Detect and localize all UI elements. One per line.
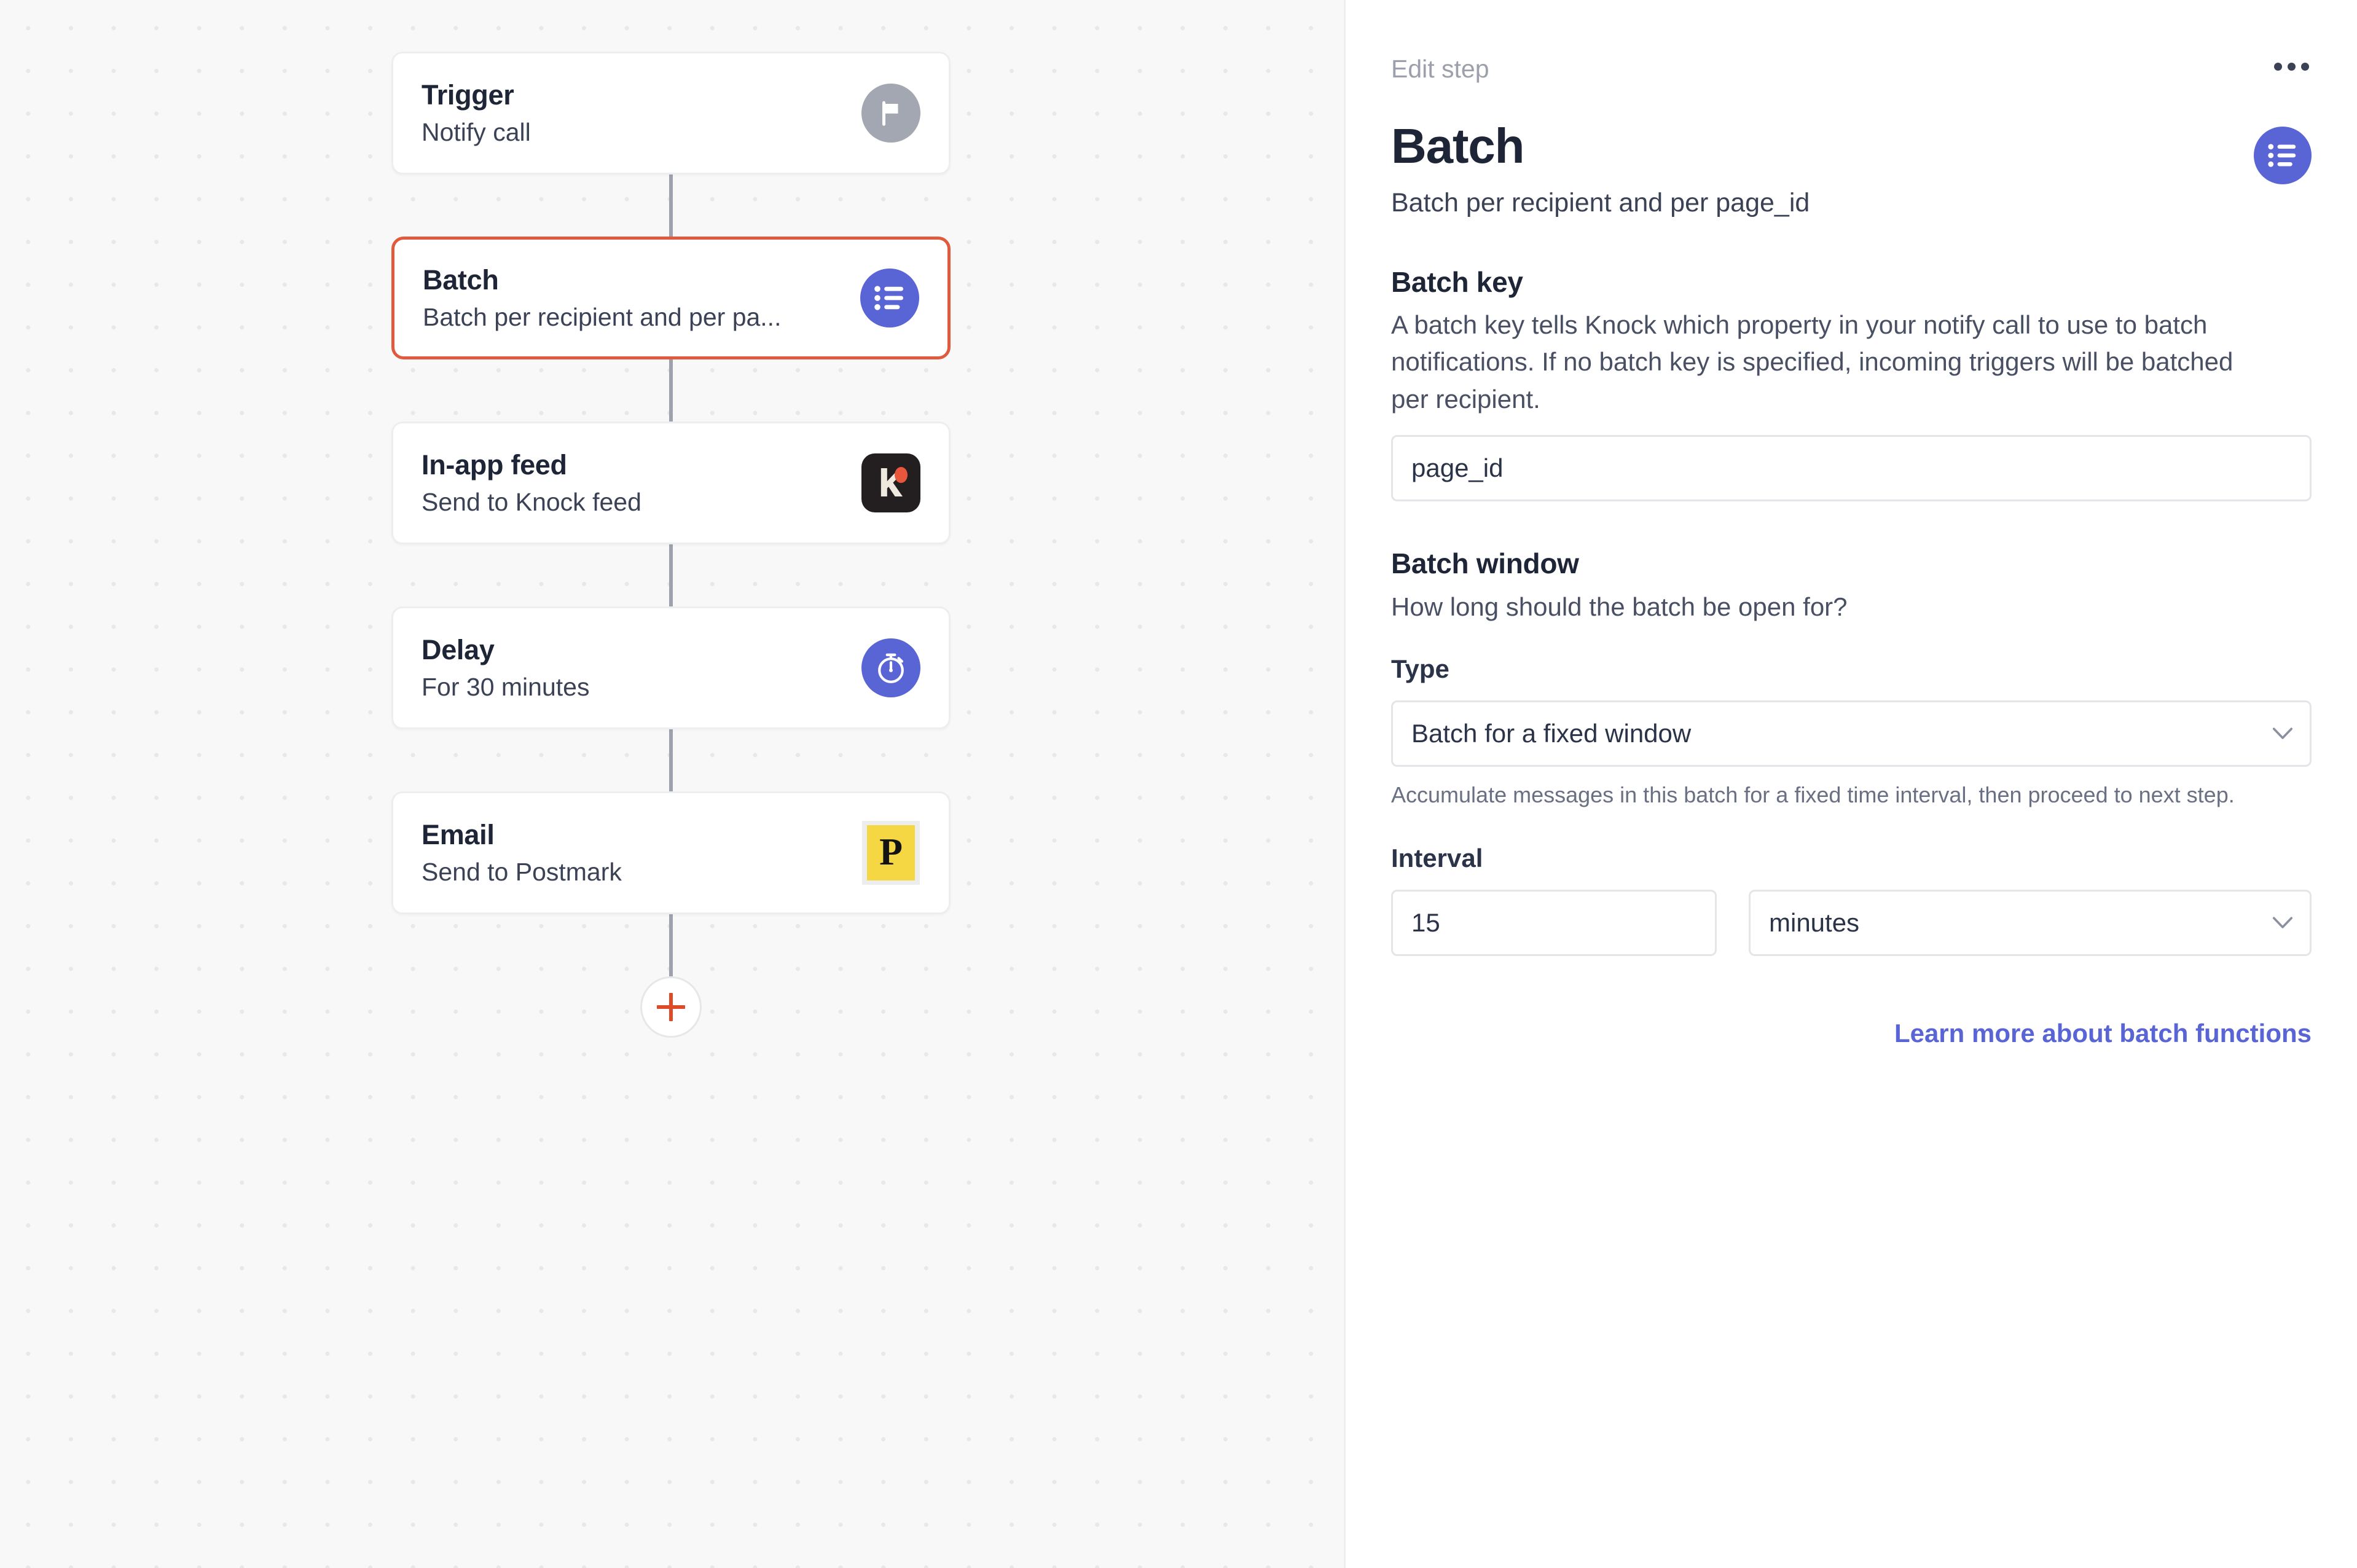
type-label: Type xyxy=(1391,654,1449,683)
workflow-editor: Trigger Notify call Batch Batch per reci… xyxy=(0,0,2357,1568)
type-field: Type Batch for a fixed window Accumulate… xyxy=(1391,654,2312,811)
workflow-step-delay[interactable]: Delay For 30 minutes xyxy=(391,606,951,729)
panel-header: Edit step xyxy=(1391,57,2312,91)
postmark-logo-icon: P xyxy=(862,821,920,885)
step-title: Email xyxy=(422,818,495,850)
workflow-step-list: Trigger Notify call Batch Batch per reci… xyxy=(391,52,951,1038)
workflow-step-email[interactable]: Email Send to Postmark P xyxy=(391,791,951,914)
workflow-step-in-app-feed[interactable]: In-app feed Send to Knock feed xyxy=(391,421,951,544)
plus-icon-vertical xyxy=(669,993,673,1021)
add-step-button[interactable] xyxy=(640,976,702,1038)
workflow-step-batch[interactable]: Batch Batch per recipient and per pa... xyxy=(391,237,951,359)
interval-unit-select[interactable]: minutes xyxy=(1749,889,2312,956)
workflow-canvas[interactable]: Trigger Notify call Batch Batch per reci… xyxy=(0,0,1346,1568)
panel-eyebrow: Edit step xyxy=(1391,55,1489,83)
batch-window-description: How long should the batch be open for? xyxy=(1391,592,1848,621)
batch-window-section: Batch window How long should the batch b… xyxy=(1391,547,2312,956)
kebab-dot xyxy=(2301,63,2309,71)
step-text: In-app feed Send to Knock feed xyxy=(422,449,861,517)
page-title: Batch xyxy=(1391,119,1524,173)
knock-logo-icon xyxy=(861,453,920,512)
batch-key-input[interactable] xyxy=(1391,435,2312,502)
list-icon xyxy=(2254,127,2312,184)
step-title: In-app feed xyxy=(422,449,567,480)
interval-value-input[interactable] xyxy=(1391,889,1717,956)
step-connector xyxy=(669,174,673,237)
step-subtitle: Batch per recipient and per pa... xyxy=(423,302,782,331)
step-title: Delay xyxy=(422,633,495,665)
step-text: Delay For 30 minutes xyxy=(422,633,861,702)
step-icon-slot xyxy=(861,638,920,697)
interval-unit-wrap: minutes xyxy=(1749,889,2312,956)
step-title: Trigger xyxy=(422,79,514,111)
kebab-dot xyxy=(2288,63,2296,71)
workflow-step-trigger[interactable]: Trigger Notify call xyxy=(391,52,951,174)
step-connector xyxy=(669,359,673,421)
step-connector xyxy=(669,544,673,606)
batch-window-heading: Batch window xyxy=(1391,547,1579,580)
interval-unit-value: minutes xyxy=(1769,907,1860,937)
type-select-wrap: Batch for a fixed window xyxy=(1391,700,2312,767)
learn-more-link[interactable]: Learn more about batch functions xyxy=(1391,1019,2312,1048)
batch-key-description: A batch key tells Knock which property i… xyxy=(1391,310,2233,414)
step-text: Batch Batch per recipient and per pa... xyxy=(423,264,860,332)
step-subtitle: For 30 minutes xyxy=(422,672,590,701)
step-title: Batch xyxy=(423,264,499,296)
knock-dot-icon xyxy=(895,467,908,483)
add-step-wrap xyxy=(640,976,702,1038)
step-connector xyxy=(669,729,673,791)
postmark-stamp-letter: P xyxy=(867,825,915,880)
step-text: Trigger Notify call xyxy=(422,79,861,147)
flag-icon xyxy=(861,84,920,143)
type-help-text: Accumulate messages in this batch for a … xyxy=(1391,782,2235,808)
step-subtitle: Send to Knock feed xyxy=(422,487,641,516)
type-select[interactable]: Batch for a fixed window xyxy=(1391,700,2312,767)
interval-row: minutes xyxy=(1391,889,2312,956)
list-icon xyxy=(860,269,919,327)
step-subtitle: Notify call xyxy=(422,117,531,146)
interval-label: Interval xyxy=(1391,843,1483,872)
step-icon-slot xyxy=(861,453,920,512)
step-text: Email Send to Postmark xyxy=(422,818,861,887)
step-icon-slot: P xyxy=(861,821,920,885)
interval-field: Interval minutes xyxy=(1391,843,2312,956)
stopwatch-icon xyxy=(861,638,920,697)
batch-key-section: Batch key A batch key tells Knock which … xyxy=(1391,265,2312,502)
edit-step-panel: Edit step Batch Batch per recipient and … xyxy=(1346,0,2357,1568)
step-icon-slot xyxy=(861,84,920,143)
batch-key-heading: Batch key xyxy=(1391,265,1523,298)
panel-subtitle: Batch per recipient and per page_id xyxy=(1391,188,1810,218)
step-subtitle: Send to Postmark xyxy=(422,857,622,886)
step-connector xyxy=(669,914,673,976)
more-options-icon[interactable] xyxy=(2272,57,2312,77)
panel-title-row: Batch Batch per recipient and per page_i… xyxy=(1391,120,2312,220)
kebab-dot xyxy=(2274,63,2282,71)
panel-title-block: Batch Batch per recipient and per page_i… xyxy=(1391,120,1810,220)
step-icon-slot xyxy=(860,269,919,327)
type-select-value: Batch for a fixed window xyxy=(1411,719,1692,748)
